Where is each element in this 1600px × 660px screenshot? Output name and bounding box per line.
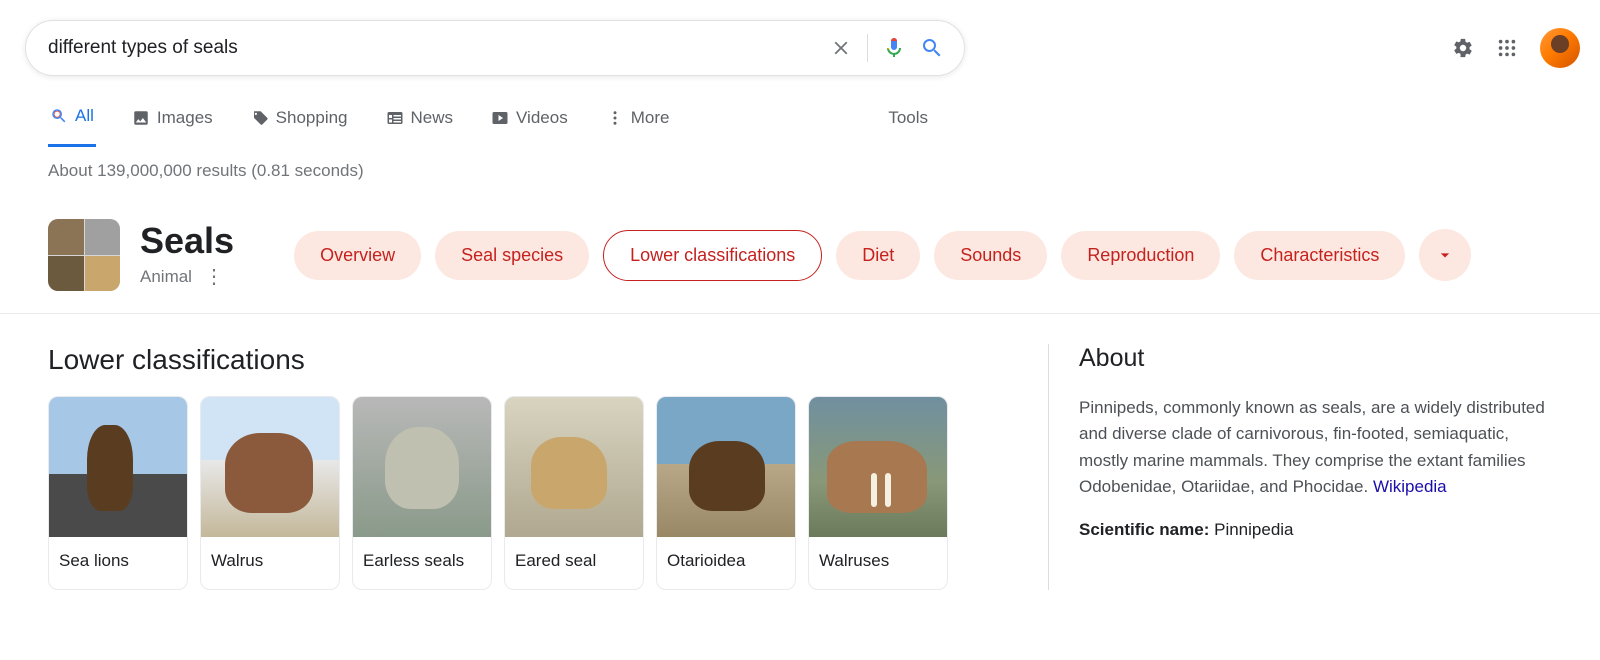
classification-cards: Sea lions Walrus Earless seals Eared sea… [48, 396, 1018, 590]
card-eared-seal[interactable]: Eared seal [504, 396, 644, 590]
tab-label: Videos [516, 108, 568, 128]
card-label: Otarioidea [657, 537, 795, 589]
tab-label: More [631, 108, 670, 128]
apps-icon[interactable] [1496, 37, 1518, 59]
card-earless-seals[interactable]: Earless seals [352, 396, 492, 590]
tab-videos[interactable]: Videos [489, 98, 570, 146]
tab-more[interactable]: More [604, 98, 672, 146]
chip-seal-species[interactable]: Seal species [435, 231, 589, 280]
voice-search-icon[interactable] [882, 36, 906, 60]
card-image [49, 397, 187, 537]
kp-thumbnail[interactable] [48, 219, 120, 291]
chip-diet[interactable]: Diet [836, 231, 920, 280]
tab-label: Shopping [276, 108, 348, 128]
search-icon[interactable] [920, 36, 944, 60]
card-walrus[interactable]: Walrus [200, 396, 340, 590]
search-input[interactable] [46, 36, 815, 60]
clear-icon[interactable] [829, 36, 853, 60]
chip-expand-icon[interactable] [1419, 229, 1471, 281]
chip-characteristics[interactable]: Characteristics [1234, 231, 1405, 280]
card-sea-lions[interactable]: Sea lions [48, 396, 188, 590]
tab-images[interactable]: Images [130, 98, 215, 146]
card-label: Sea lions [49, 537, 187, 589]
about-description: Pinnipeds, commonly known as seals, are … [1079, 398, 1545, 496]
card-otarioidea[interactable]: Otarioidea [656, 396, 796, 590]
tab-label: News [411, 108, 454, 128]
fact-label: Scientific name: [1079, 520, 1209, 539]
tools-toggle[interactable]: Tools [886, 98, 930, 146]
image-icon [132, 109, 150, 127]
tab-all[interactable]: All [48, 96, 96, 147]
content-area: Lower classifications Sea lions Walrus E… [0, 314, 1600, 590]
left-column: Lower classifications Sea lions Walrus E… [48, 344, 1018, 590]
kp-chips: Overview Seal species Lower classificati… [294, 229, 1471, 281]
kp-subtitle: Animal [140, 267, 192, 287]
tab-label: Images [157, 108, 213, 128]
card-label: Walrus [201, 537, 339, 589]
more-vert-icon [606, 109, 624, 127]
tab-shopping[interactable]: Shopping [249, 98, 350, 146]
chip-reproduction[interactable]: Reproduction [1061, 231, 1220, 280]
card-walruses[interactable]: Walruses [808, 396, 948, 590]
settings-icon[interactable] [1452, 37, 1474, 59]
knowledge-panel-header: Seals Animal ⋮ Overview Seal species Low… [0, 181, 1600, 313]
search-tabs: All Images Shopping News Videos More Too… [0, 86, 1600, 147]
account-avatar[interactable] [1540, 28, 1580, 68]
card-image [201, 397, 339, 537]
card-label: Earless seals [353, 537, 491, 589]
magnifier-icon [50, 107, 68, 125]
tab-news[interactable]: News [384, 98, 456, 146]
card-image [353, 397, 491, 537]
search-bar [25, 20, 965, 76]
tag-icon [251, 109, 269, 127]
fact-row: Scientific name: Pinnipedia [1079, 520, 1548, 540]
card-image [657, 397, 795, 537]
about-panel: About Pinnipeds, commonly known as seals… [1048, 344, 1548, 590]
tab-label: All [75, 106, 94, 126]
header-row [0, 0, 1600, 86]
result-stats: About 139,000,000 results (0.81 seconds) [0, 147, 1600, 181]
about-title: About [1079, 344, 1548, 373]
section-title: Lower classifications [48, 344, 1018, 376]
kp-title-block: Seals Animal ⋮ [140, 223, 234, 287]
chip-sounds[interactable]: Sounds [934, 231, 1047, 280]
card-image [505, 397, 643, 537]
card-label: Eared seal [505, 537, 643, 589]
chip-lower-classifications[interactable]: Lower classifications [603, 230, 822, 281]
about-source-link[interactable]: Wikipedia [1373, 477, 1447, 496]
news-icon [386, 109, 404, 127]
search-divider [867, 34, 868, 62]
fact-value: Pinnipedia [1214, 520, 1293, 539]
play-icon [491, 109, 509, 127]
about-text: Pinnipeds, commonly known as seals, are … [1079, 395, 1548, 500]
card-image [809, 397, 947, 537]
kp-title: Seals [140, 223, 234, 259]
card-label: Walruses [809, 537, 947, 589]
chip-overview[interactable]: Overview [294, 231, 421, 280]
